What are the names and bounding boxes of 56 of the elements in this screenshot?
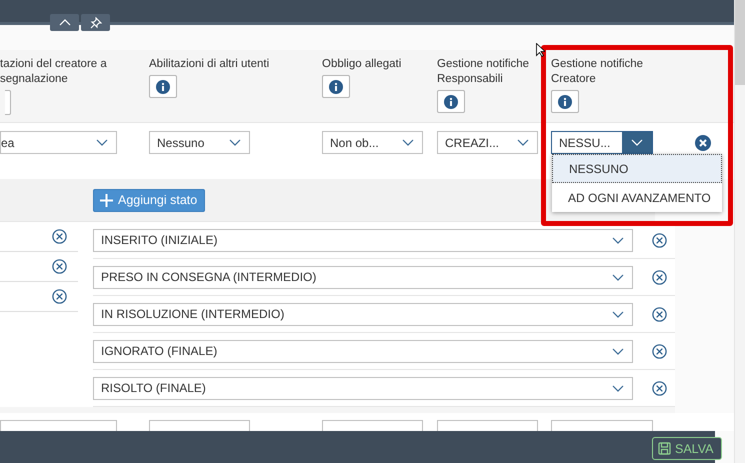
dropdown-field[interactable] [149,420,250,431]
info-icon [156,80,170,94]
chevron-up-icon [58,19,70,26]
chevron-down-icon [631,139,643,146]
chevron-down-icon [612,348,624,354]
chevron-down-icon [402,139,414,146]
info-button[interactable] [551,90,579,113]
pin-icon [90,16,102,28]
state-dropdown[interactable]: RISOLTO (FINALE) [93,376,633,400]
remove-icon[interactable] [52,229,67,244]
chevron-down-icon [612,384,624,392]
info-icon [329,80,343,94]
collapse-button[interactable] [50,14,79,31]
chevron-down-icon [612,236,624,244]
column-header: Gestione notifiche Responsabili [437,57,530,87]
dropdown-field[interactable]: CREAZI... [437,131,538,154]
scrollbar[interactable] [734,0,745,463]
dropdown-field[interactable] [322,420,423,431]
remove-icon[interactable] [52,259,67,274]
column-header: Abilitazioni di altri utenti [149,57,270,72]
column-header: tazioni del creatore a segnalazione [0,57,108,87]
pin-button[interactable] [81,14,110,31]
chevron-down-icon [96,139,108,146]
dropdown-field[interactable]: NESSU... [551,131,653,154]
remove-icon[interactable] [52,289,67,304]
remove-icon[interactable] [652,344,667,358]
plus-icon [100,194,113,206]
dropdown-field[interactable] [551,420,653,431]
column-header: Gestione notifiche Creatore [551,57,644,87]
info-icon [444,94,458,108]
dropdown-field[interactable]: Nessuno [149,131,250,154]
dropdown-field[interactable]: ea [0,131,117,154]
dropdown-field[interactable] [437,420,538,431]
remove-icon[interactable] [652,270,667,284]
info-icon [558,94,572,108]
remove-icon[interactable] [652,380,667,396]
dropdown-field[interactable] [0,420,117,431]
chevron-down-icon [229,139,241,146]
save-icon [658,442,671,455]
info-button[interactable] [437,90,465,113]
dropdown-option[interactable]: AD OGNI AVANZAMENTO [552,183,722,212]
dropdown-field[interactable]: Non ob... [322,131,423,154]
info-button[interactable] [149,75,177,98]
state-dropdown[interactable]: INSERITO (INIZIALE) [93,228,633,252]
chevron-down-icon [612,310,624,318]
state-dropdown[interactable]: IN RISOLUZIONE (INTERMEDIO) [93,302,633,326]
remove-icon[interactable] [695,135,711,151]
remove-icon[interactable] [652,306,667,322]
chevron-down-icon [612,274,624,280]
remove-icon[interactable] [652,232,667,248]
state-dropdown[interactable]: IGNORATO (FINALE) [93,340,633,362]
save-button[interactable]: SALVA [652,437,722,460]
state-dropdown[interactable]: PRESO IN CONSEGNA (INTERMEDIO) [93,266,633,288]
dropdown-option[interactable]: NESSUNO [552,154,722,183]
info-button[interactable] [322,75,350,98]
chevron-down-icon [517,139,529,146]
